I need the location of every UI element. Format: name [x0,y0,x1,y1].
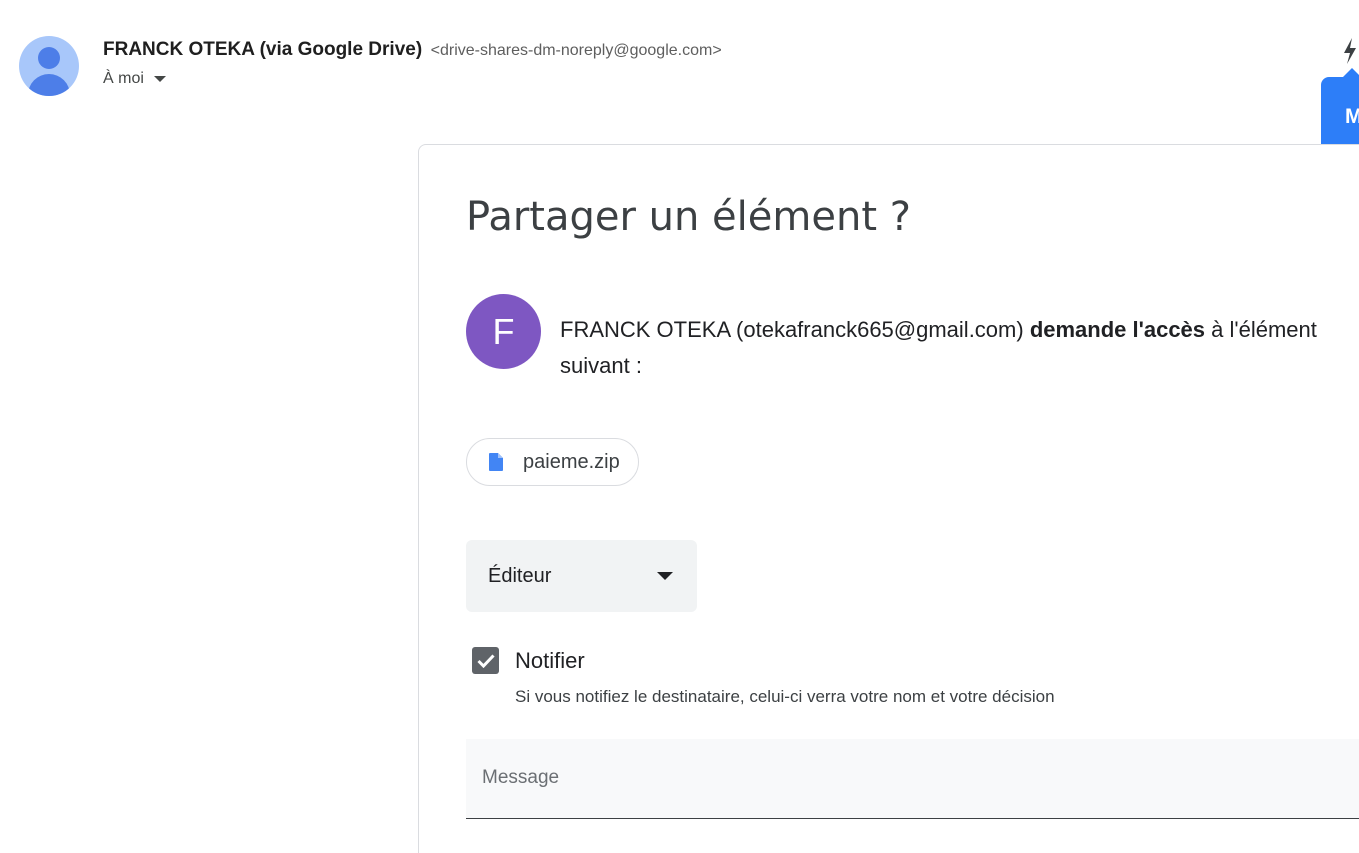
requester-identity: FRANCK OTEKA (otekafranck665@gmail.com) [560,317,1030,342]
file-chip[interactable]: paieme.zip [466,438,639,486]
lightning-icon[interactable] [1342,38,1358,64]
requester-initial: F [492,310,515,352]
message-placeholder: Message [482,767,560,788]
checkmark-icon [476,653,495,668]
notify-help-text: Si vous notifiez le destinataire, celui-… [515,687,1055,706]
file-icon [489,453,503,471]
tooltip-arrow [1343,68,1359,77]
request-action: demande l'accès [1029,317,1206,342]
sender-name[interactable]: FRANCK OTEKA (via Google Drive) [103,39,422,60]
chevron-down-icon [153,76,166,82]
email-view: FRANCK OTEKA (via Google Drive) <drive-s… [0,0,1359,853]
sender-line: FRANCK OTEKA (via Google Drive) <drive-s… [103,39,722,61]
recipient-label: À moi [103,70,144,87]
notify-checkbox[interactable] [472,647,499,674]
role-value: Éditeur [488,564,552,587]
requester-avatar: F [466,294,541,369]
notify-label[interactable]: Notifier [515,648,585,674]
avatar-body [28,74,70,96]
tooltip-title: M [1345,105,1359,128]
avatar-head [38,47,60,69]
request-description: FRANCK OTEKA (otekafranck665@gmail.com) … [560,312,1359,384]
sender-avatar[interactable] [19,36,79,96]
sender-email: <drive-shares-dm-noreply@google.com> [430,42,722,59]
recipient-details-toggle[interactable]: À moi [103,70,166,88]
message-input[interactable]: Message [466,739,1359,819]
dropdown-arrow-icon [657,572,673,580]
card-title: Partager un élément ? [466,194,911,240]
file-name: paieme.zip [523,450,620,473]
role-dropdown[interactable]: Éditeur [466,540,697,612]
